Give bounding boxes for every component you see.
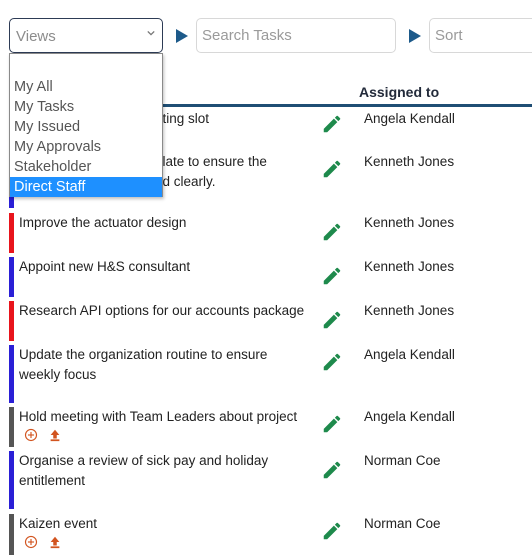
views-dropdown-menu: My All My Tasks My Issued My Approvals S… xyxy=(9,53,163,197)
views-option-stakeholder[interactable]: Stakeholder xyxy=(10,157,162,177)
pencil-icon[interactable] xyxy=(321,459,343,481)
pencil-icon[interactable] xyxy=(321,413,343,435)
views-option-my-all[interactable]: My All xyxy=(10,77,162,97)
status-color-bar xyxy=(9,451,14,509)
status-color-bar xyxy=(9,301,14,341)
task-row[interactable]: Organise a review of sick pay and holida… xyxy=(0,451,532,509)
task-row[interactable]: Update the organization routine to ensur… xyxy=(0,345,532,403)
upload-arrow-icon[interactable] xyxy=(48,428,62,442)
search-tasks-input[interactable] xyxy=(196,18,396,53)
status-color-bar xyxy=(9,407,14,447)
assignee-name: Kenneth Jones xyxy=(364,154,455,169)
task-title[interactable]: Organise a review of sick pay and holida… xyxy=(19,451,289,491)
task-row[interactable]: Research API options for our accounts pa… xyxy=(0,301,532,341)
pencil-icon[interactable] xyxy=(321,158,343,180)
pencil-icon[interactable] xyxy=(321,309,343,331)
status-color-bar xyxy=(9,257,14,297)
task-title[interactable]: Improve the actuator design xyxy=(19,213,314,233)
sort-input[interactable] xyxy=(429,18,532,53)
assignee-name: Kenneth Jones xyxy=(364,259,455,274)
pencil-icon[interactable] xyxy=(321,351,343,373)
task-title[interactable]: Kaizen event xyxy=(19,514,314,534)
task-row[interactable]: Improve the actuator design Kenneth Jone… xyxy=(0,213,532,253)
upload-arrow-icon[interactable] xyxy=(48,535,62,549)
pencil-icon[interactable] xyxy=(321,221,343,243)
pencil-icon[interactable] xyxy=(321,265,343,287)
assignee-name: Angela Kendall xyxy=(364,409,455,424)
pencil-icon[interactable] xyxy=(321,113,343,135)
task-title[interactable]: Research API options for our accounts pa… xyxy=(19,301,314,321)
views-option-direct-staff[interactable]: Direct Staff xyxy=(10,177,162,197)
status-color-bar xyxy=(9,345,14,403)
assignee-name: Kenneth Jones xyxy=(364,303,455,318)
views-select-value: Views xyxy=(16,28,56,45)
task-row[interactable]: Hold meeting with Team Leaders about pro… xyxy=(0,407,532,447)
task-actions xyxy=(24,535,62,549)
task-title[interactable]: Appoint new H&S consultant xyxy=(19,257,314,277)
views-option-my-issued[interactable]: My Issued xyxy=(10,117,162,137)
task-title[interactable]: Hold meeting with Team Leaders about pro… xyxy=(19,407,314,427)
circle-plus-icon[interactable] xyxy=(24,535,38,549)
views-select[interactable]: Views xyxy=(9,18,163,53)
task-title-line: ed clearly. xyxy=(155,174,216,189)
chevron-down-icon xyxy=(147,30,155,36)
task-row[interactable]: Kaizen event Norman Coe xyxy=(0,514,532,555)
task-title[interactable]: Update the organization routine to ensur… xyxy=(19,345,289,385)
assignee-name: Angela Kendall xyxy=(364,347,455,362)
task-actions xyxy=(24,428,62,442)
status-color-bar xyxy=(9,213,14,253)
views-option-my-tasks[interactable]: My Tasks xyxy=(10,97,162,117)
status-color-bar xyxy=(9,514,14,555)
play-arrow-icon[interactable] xyxy=(409,29,421,43)
assigned-to-header[interactable]: Assigned to xyxy=(359,84,439,100)
views-option-my-approvals[interactable]: My Approvals xyxy=(10,137,162,157)
task-row[interactable]: Appoint new H&S consultant Kenneth Jones xyxy=(0,257,532,297)
assignee-name: Norman Coe xyxy=(364,453,441,468)
assignee-name: Kenneth Jones xyxy=(364,215,455,230)
play-arrow-icon[interactable] xyxy=(176,29,188,43)
circle-plus-icon[interactable] xyxy=(24,428,38,442)
header-divider xyxy=(150,104,532,107)
pencil-icon[interactable] xyxy=(321,520,343,542)
assignee-name: Angela Kendall xyxy=(364,111,455,126)
assignee-name: Norman Coe xyxy=(364,516,441,531)
